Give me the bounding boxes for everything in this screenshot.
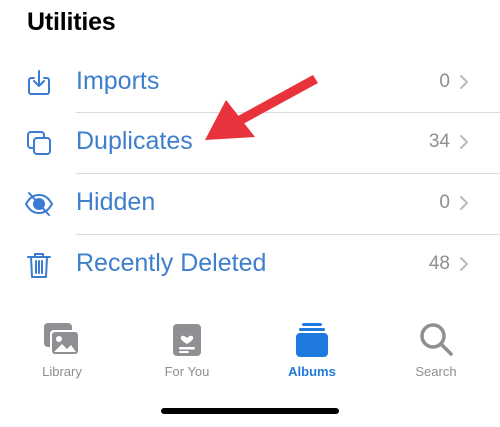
tab-albums[interactable]: Albums (262, 310, 362, 385)
row-imports[interactable]: Imports 0 (0, 53, 500, 113)
section-title: Utilities (27, 8, 116, 36)
row-label: Duplicates (76, 127, 193, 155)
import-tray-icon (24, 68, 54, 98)
albums-stack-icon (262, 310, 362, 357)
duplicate-squares-icon (24, 128, 54, 158)
row-recently-deleted[interactable]: Recently Deleted 48 (0, 235, 500, 295)
row-hidden[interactable]: Hidden 0 (0, 174, 500, 234)
chevron-right-icon (456, 72, 472, 92)
row-label: Imports (76, 67, 160, 95)
row-label: Recently Deleted (76, 249, 267, 277)
tab-library[interactable]: Library (12, 310, 112, 385)
row-duplicates[interactable]: Duplicates 34 (0, 113, 500, 173)
chevron-right-icon (456, 254, 472, 274)
row-count: 48 (428, 253, 450, 274)
tab-for-you[interactable]: For You (137, 310, 237, 385)
row-label: Hidden (76, 188, 156, 216)
albums-utilities-screen: Utilities Imports 0 Duplicates 34 Hidden… (0, 0, 500, 427)
row-count: 0 (439, 192, 450, 213)
tab-label: Library (42, 364, 82, 379)
tab-bar: Library For You Albums Search (0, 310, 500, 390)
tab-label: For You (164, 364, 210, 379)
tab-search[interactable]: Search (386, 310, 486, 385)
home-indicator[interactable] (161, 408, 339, 414)
row-count: 0 (439, 71, 450, 92)
magnifier-icon (386, 310, 486, 356)
trash-icon (24, 250, 54, 280)
tab-label: Albums (288, 364, 336, 379)
tab-label: Search (415, 364, 457, 379)
for-you-icon (137, 310, 237, 356)
chevron-right-icon (456, 132, 472, 152)
photo-library-icon (12, 310, 112, 356)
chevron-right-icon (456, 193, 472, 213)
row-count: 34 (428, 131, 450, 152)
eye-slash-icon (24, 189, 54, 219)
